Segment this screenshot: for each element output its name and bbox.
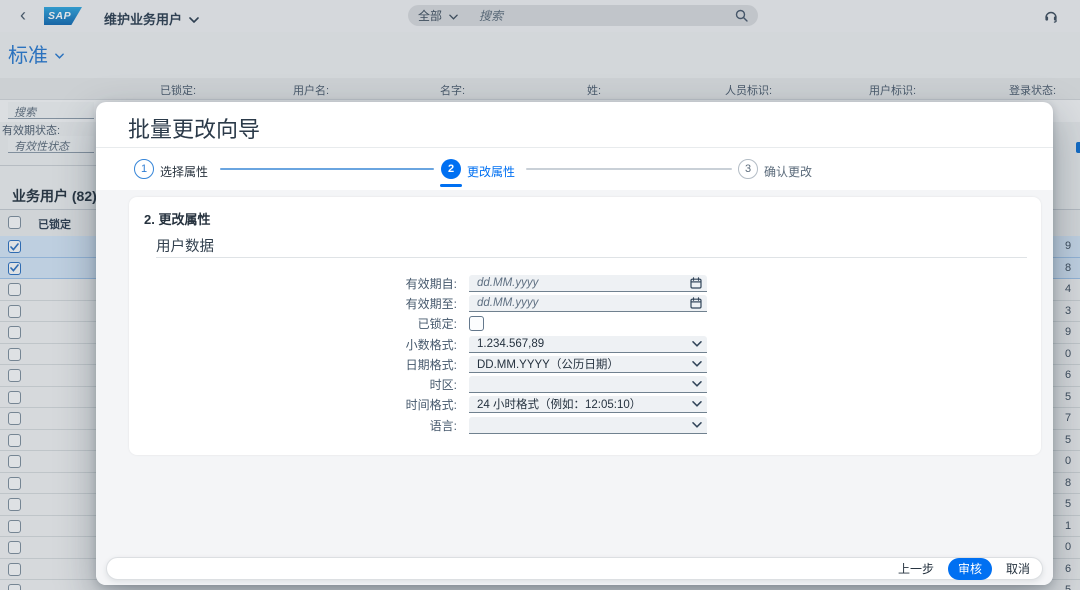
wizard-step-2-circle[interactable]: 2 (441, 159, 461, 179)
chevron-down-icon (692, 401, 702, 407)
chevron-down-icon (692, 341, 702, 347)
field-control: dd.MM.yyyy (469, 295, 707, 312)
form-row: 日期格式: DD.MM.YYYY（公历日期） (129, 354, 1041, 374)
chevron-down-icon (692, 381, 702, 387)
field-control (469, 417, 707, 434)
calendar-icon[interactable] (690, 297, 702, 309)
field-placeholder: dd.MM.yyyy (477, 297, 538, 309)
wizard-connector (220, 168, 434, 170)
chevron-down-icon (692, 422, 702, 428)
field-label: 已锁定: (129, 315, 469, 332)
wizard-connector (526, 168, 732, 170)
dialog-title: 批量更改向导 (128, 112, 260, 144)
wizard-step-1-label[interactable]: 选择属性 (160, 163, 208, 180)
wizard-progress-bar: 1 选择属性 2 更改属性 3 确认更改 (96, 148, 1053, 190)
form-row: 语言: (129, 415, 1041, 435)
previous-step-button[interactable]: 上一步 (898, 560, 934, 577)
batch-change-wizard-dialog: 批量更改向导 1 选择属性 2 更改属性 3 确认更改 2. 更改属性 用户数据 有效期自… (96, 102, 1053, 585)
field-label: 有效期至: (129, 295, 469, 312)
field-control (469, 376, 707, 393)
field-label: 有效期自: (129, 275, 469, 292)
dialog-body: 2. 更改属性 用户数据 有效期自: dd.MM.yyyy 有效期至: dd.MM.y… (96, 190, 1053, 585)
form-group-title: 用户数据 (156, 235, 214, 256)
select-input[interactable] (469, 376, 707, 393)
field-value: DD.MM.YYYY（公历日期） (477, 356, 619, 372)
form-row: 已锁定: (129, 314, 1041, 334)
select-input[interactable]: 1.234.567,89 (469, 336, 707, 353)
chevron-down-icon (692, 361, 702, 367)
step-section-title: 2. 更改属性 (144, 209, 210, 228)
field-label: 时间格式: (129, 396, 469, 413)
field-control: dd.MM.yyyy (469, 275, 707, 292)
form-row: 有效期至: dd.MM.yyyy (129, 293, 1041, 313)
locked-checkbox[interactable] (469, 316, 484, 331)
field-label: 小数格式: (129, 336, 469, 353)
step-content-card: 2. 更改属性 用户数据 有效期自: dd.MM.yyyy 有效期至: dd.MM.y… (129, 197, 1041, 455)
select-input[interactable]: DD.MM.YYYY（公历日期） (469, 356, 707, 373)
dialog-footer: 上一步 审核 取消 (106, 557, 1043, 580)
wizard-step-3-circle[interactable]: 3 (738, 159, 758, 179)
wizard-step-2-label[interactable]: 更改属性 (467, 163, 515, 180)
form-row: 时区: (129, 374, 1041, 394)
form-row: 时间格式: 24 小时格式（例如：12:05:10） (129, 395, 1041, 415)
select-input[interactable] (469, 417, 707, 434)
field-placeholder: dd.MM.yyyy (477, 277, 538, 289)
wizard-step-3-label[interactable]: 确认更改 (764, 163, 812, 180)
field-value: 24 小时格式（例如：12:05:10） (477, 396, 641, 412)
field-control: 24 小时格式（例如：12:05:10） (469, 396, 707, 413)
field-value: 1.234.567,89 (477, 338, 544, 350)
screen: ‹ SAP 维护业务用户 全部 搜索 标准 已锁定:用户名:名字:姓:人员标识:… (0, 0, 1080, 590)
divider (156, 257, 1027, 258)
review-button[interactable]: 审核 (948, 558, 992, 580)
cancel-button[interactable]: 取消 (1006, 560, 1030, 577)
form-row: 小数格式: 1.234.567,89 (129, 334, 1041, 354)
field-control: DD.MM.YYYY（公历日期） (469, 356, 707, 373)
user-data-form: 有效期自: dd.MM.yyyy 有效期至: dd.MM.yyyy 已锁定: 小数格式: 1… (129, 273, 1041, 435)
date-input[interactable]: dd.MM.yyyy (469, 295, 707, 312)
active-step-underline (440, 184, 462, 187)
field-control: 1.234.567,89 (469, 336, 707, 353)
form-row: 有效期自: dd.MM.yyyy (129, 273, 1041, 293)
select-input[interactable]: 24 小时格式（例如：12:05:10） (469, 396, 707, 413)
date-input[interactable]: dd.MM.yyyy (469, 275, 707, 292)
field-control (469, 316, 484, 331)
calendar-icon[interactable] (690, 277, 702, 289)
wizard-step-1-circle[interactable]: 1 (134, 159, 154, 179)
field-label: 语言: (129, 417, 469, 434)
field-label: 时区: (129, 376, 469, 393)
field-label: 日期格式: (129, 356, 469, 373)
